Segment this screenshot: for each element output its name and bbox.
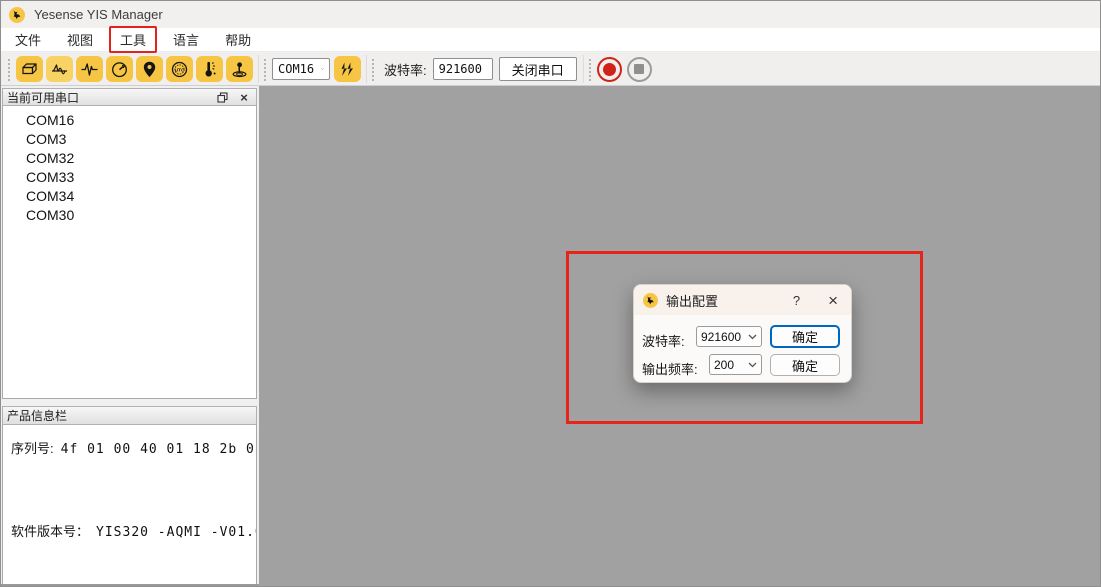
dialog-logo-icon <box>643 293 658 308</box>
waveform-angle-icon[interactable] <box>46 56 73 82</box>
list-item[interactable]: COM16 <box>3 111 256 130</box>
toolbar-drag-handle[interactable] <box>588 57 593 81</box>
svg-text:UTC: UTC <box>175 67 185 73</box>
chevron-down-icon <box>748 362 757 368</box>
list-item[interactable]: COM30 <box>3 206 256 225</box>
serial-number-label: 序列号: <box>11 438 54 457</box>
baud-rate-select[interactable]: 921600 <box>433 58 493 80</box>
dialog-baud-label: 波特率: <box>642 331 685 350</box>
window-frame-edge <box>1 584 259 586</box>
dialog-close-icon[interactable]: × <box>824 292 842 309</box>
toolbar-drag-handle[interactable] <box>263 57 268 81</box>
stop-square-icon <box>634 64 644 74</box>
baud-rate-label: 波特率: <box>384 60 427 79</box>
list-item[interactable]: COM34 <box>3 187 256 206</box>
location-pin-icon[interactable] <box>136 56 163 82</box>
list-item[interactable]: COM3 <box>3 130 256 149</box>
software-version-value: YIS320 -AQMI -V01.02.03; <box>96 525 257 540</box>
menu-file[interactable]: 文件 <box>5 27 51 52</box>
gauge-icon[interactable] <box>106 56 133 82</box>
software-version-row: 软件版本号： YIS320 -AQMI -V01.02.03; <box>11 521 257 540</box>
chevron-down-icon <box>748 334 757 340</box>
list-item[interactable]: COM32 <box>3 149 256 168</box>
ports-panel-title: 当前可用串口 <box>7 89 208 106</box>
utc-clock-icon[interactable]: UTC <box>166 56 193 82</box>
port-select-value: COM16 <box>278 62 314 76</box>
window-title: Yesense YIS Manager <box>34 7 163 22</box>
serial-number-row: 序列号: 4f 01 00 40 01 18 2b 01 <box>11 438 257 457</box>
menu-bar: 文件 视图 工具 语言 帮助 <box>1 28 1100 52</box>
software-version-label: 软件版本号： <box>11 521 89 540</box>
ports-panel-header: 当前可用串口 × <box>2 88 257 106</box>
toolbar-drag-handle[interactable] <box>371 57 376 81</box>
ports-list: COM16 COM3 COM32 COM33 COM34 COM30 <box>2 106 257 399</box>
dialog-title-bar[interactable]: 输出配置 ? × <box>634 285 851 315</box>
info-panel-title: 产品信息栏 <box>7 407 252 424</box>
dialog-baud-select[interactable]: 921600 <box>696 326 762 347</box>
float-panel-icon[interactable] <box>214 90 230 104</box>
app-window: Yesense YIS Manager 文件 视图 工具 语言 帮助 <box>0 0 1101 587</box>
toolbar-separator <box>583 55 584 83</box>
app-logo-icon <box>9 7 25 23</box>
dialog-help-button[interactable]: ? <box>787 293 806 308</box>
info-panel-body: 序列号: 4f 01 00 40 01 18 2b 01 软件版本号： YIS3… <box>2 425 257 586</box>
record-dot-icon <box>603 63 616 76</box>
stop-button[interactable] <box>627 57 652 82</box>
joystick-attitude-icon[interactable] <box>226 56 253 82</box>
output-config-dialog: 输出配置 ? × 波特率: 921600 确定 输出频率: 200 确定 <box>633 284 852 383</box>
toolbar-separator <box>366 55 367 83</box>
cube-3d-icon[interactable] <box>16 56 43 82</box>
thermometer-icon[interactable] <box>196 56 223 82</box>
list-item[interactable]: COM33 <box>3 168 256 187</box>
dialog-freq-value: 200 <box>714 358 734 372</box>
toolbar: UTC COM16 <box>1 53 1100 86</box>
dialog-baud-value: 921600 <box>701 330 741 344</box>
dialog-baud-ok-button[interactable]: 确定 <box>770 325 840 348</box>
chevron-down-icon <box>321 66 324 72</box>
record-button[interactable] <box>597 57 622 82</box>
toolbar-separator <box>258 55 259 83</box>
title-bar: Yesense YIS Manager <box>1 1 1100 28</box>
dialog-freq-ok-button[interactable]: 确定 <box>770 354 840 376</box>
menu-language[interactable]: 语言 <box>163 27 209 52</box>
serial-number-value: 4f 01 00 40 01 18 2b 01 <box>61 442 257 457</box>
port-select[interactable]: COM16 <box>272 58 330 80</box>
menu-help[interactable]: 帮助 <box>215 27 261 52</box>
menu-tools[interactable]: 工具 <box>109 26 157 53</box>
info-panel-header: 产品信息栏 <box>2 406 257 425</box>
refresh-ports-icon[interactable] <box>334 56 361 82</box>
close-panel-icon[interactable]: × <box>236 90 252 104</box>
waveform-pulse-icon[interactable] <box>76 56 103 82</box>
dialog-freq-label: 输出频率: <box>642 359 698 378</box>
toolbar-drag-handle[interactable] <box>7 57 12 81</box>
dialog-freq-select[interactable]: 200 <box>709 354 762 375</box>
baud-rate-value: 921600 <box>439 62 482 76</box>
close-serial-port-button[interactable]: 关闭串口 <box>499 57 577 81</box>
menu-view[interactable]: 视图 <box>57 27 103 52</box>
left-dock: 当前可用串口 × COM16 COM3 COM32 COM33 COM34 CO… <box>1 86 259 586</box>
dialog-title: 输出配置 <box>666 291 787 310</box>
